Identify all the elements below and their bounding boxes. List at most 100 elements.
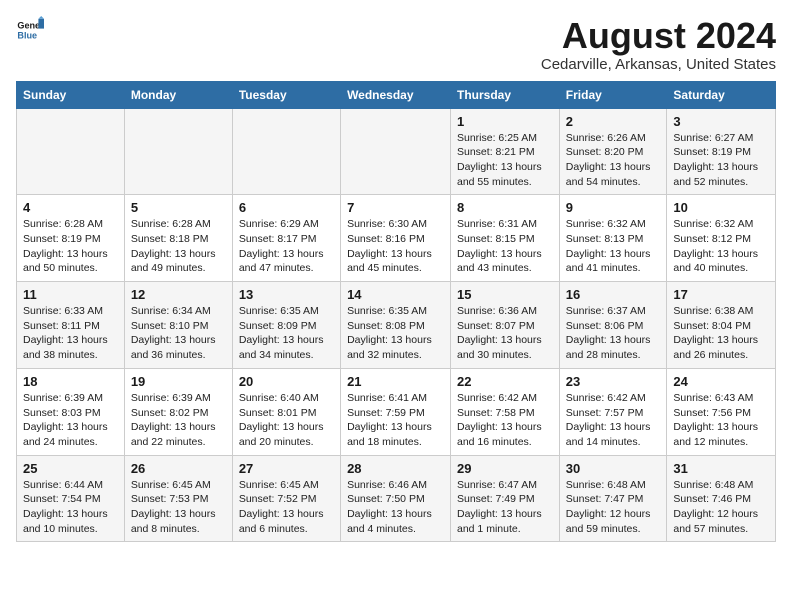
column-header-tuesday: Tuesday: [232, 81, 340, 108]
cell-info: Sunrise: 6:28 AM Sunset: 8:18 PM Dayligh…: [131, 217, 226, 276]
cell-date: 15: [457, 287, 553, 302]
cell-info: Sunrise: 6:44 AM Sunset: 7:54 PM Dayligh…: [23, 478, 118, 537]
cell-date: 20: [239, 374, 334, 389]
calendar-cell: 12 Sunrise: 6:34 AM Sunset: 8:10 PM Dayli…: [124, 282, 232, 369]
calendar-cell: 16Sunrise: 6:37 AM Sunset: 8:06 PM Dayli…: [559, 282, 667, 369]
cell-date: 27: [239, 461, 334, 476]
cell-date: 7: [347, 200, 444, 215]
cell-info: Sunrise: 6:25 AM Sunset: 8:21 PM Dayligh…: [457, 131, 553, 190]
cell-date: 11: [23, 287, 118, 302]
column-header-thursday: Thursday: [451, 81, 560, 108]
page-header: General Blue August 2024 Cedarville, Ark…: [16, 16, 776, 73]
cell-date: 23: [566, 374, 661, 389]
calendar-cell: 3 Sunrise: 6:27 AM Sunset: 8:19 PM Daylig…: [667, 108, 776, 195]
column-header-friday: Friday: [559, 81, 667, 108]
calendar-cell: 27 Sunrise: 6:45 AM Sunset: 7:52 PM Dayli…: [232, 455, 340, 542]
svg-text:Blue: Blue: [17, 30, 37, 40]
cell-info: Sunrise: 6:32 AM Sunset: 8:12 PM Dayligh…: [673, 217, 769, 276]
calendar-cell: 26 Sunrise: 6:45 AM Sunset: 7:53 PM Dayli…: [124, 455, 232, 542]
cell-date: 12: [131, 287, 226, 302]
cell-info: Sunrise: 6:41 AM Sunset: 7:59 PM Dayligh…: [347, 391, 444, 450]
calendar-cell: 29 Sunrise: 6:47 AM Sunset: 7:49 PM Dayli…: [451, 455, 560, 542]
cell-date: 16: [566, 287, 661, 302]
cell-date: 29: [457, 461, 553, 476]
cell-date: 31: [673, 461, 769, 476]
main-title: August 2024: [541, 16, 776, 56]
cell-info: Sunrise: 6:47 AM Sunset: 7:49 PM Dayligh…: [457, 478, 553, 537]
column-header-wednesday: Wednesday: [341, 81, 451, 108]
cell-info: Sunrise: 6:30 AM Sunset: 8:16 PM Dayligh…: [347, 217, 444, 276]
title-area: August 2024 Cedarville, Arkansas, United…: [541, 16, 776, 73]
cell-info: Sunrise: 6:40 AM Sunset: 8:01 PM Dayligh…: [239, 391, 334, 450]
cell-date: 5: [131, 200, 226, 215]
cell-date: 24: [673, 374, 769, 389]
calendar-cell: 10 Sunrise: 6:32 AM Sunset: 8:12 PM Dayli…: [667, 195, 776, 282]
column-header-saturday: Saturday: [667, 81, 776, 108]
cell-date: 21: [347, 374, 444, 389]
calendar-cell: 11 Sunrise: 6:33 AM Sunset: 8:11 PM Dayli…: [17, 282, 125, 369]
cell-info: Sunrise: 6:36 AM Sunset: 8:07 PM Dayligh…: [457, 304, 553, 363]
calendar-cell: 28 Sunrise: 6:46 AM Sunset: 7:50 PM Dayli…: [341, 455, 451, 542]
cell-date: 8: [457, 200, 553, 215]
cell-date: 26: [131, 461, 226, 476]
cell-date: 19: [131, 374, 226, 389]
logo: General Blue: [16, 16, 44, 44]
calendar-cell: 30 Sunrise: 6:48 AM Sunset: 7:47 PM Dayli…: [559, 455, 667, 542]
cell-info: Sunrise: 6:45 AM Sunset: 7:52 PM Dayligh…: [239, 478, 334, 537]
cell-info: Sunrise: 6:31 AM Sunset: 8:15 PM Dayligh…: [457, 217, 553, 276]
cell-info: Sunrise: 6:48 AM Sunset: 7:47 PM Dayligh…: [566, 478, 661, 537]
cell-info: Sunrise: 6:42 AM Sunset: 7:58 PM Dayligh…: [457, 391, 553, 450]
cell-date: 28: [347, 461, 444, 476]
calendar-cell: [124, 108, 232, 195]
calendar-cell: 25 Sunrise: 6:44 AM Sunset: 7:54 PM Dayli…: [17, 455, 125, 542]
calendar-cell: 14 Sunrise: 6:35 AM Sunset: 8:08 PM Dayli…: [341, 282, 451, 369]
cell-info: Sunrise: 6:35 AM Sunset: 8:08 PM Dayligh…: [347, 304, 444, 363]
column-header-monday: Monday: [124, 81, 232, 108]
calendar-cell: 24 Sunrise: 6:43 AM Sunset: 7:56 PM Dayli…: [667, 368, 776, 455]
cell-info: Sunrise: 6:48 AM Sunset: 7:46 PM Dayligh…: [673, 478, 769, 537]
cell-date: 9: [566, 200, 661, 215]
calendar-cell: 31 Sunrise: 6:48 AM Sunset: 7:46 PM Dayli…: [667, 455, 776, 542]
calendar-cell: [341, 108, 451, 195]
cell-info: Sunrise: 6:46 AM Sunset: 7:50 PM Dayligh…: [347, 478, 444, 537]
cell-date: 22: [457, 374, 553, 389]
calendar-cell: 1 Sunrise: 6:25 AM Sunset: 8:21 PM Daylig…: [451, 108, 560, 195]
cell-date: 10: [673, 200, 769, 215]
calendar-cell: 5 Sunrise: 6:28 AM Sunset: 8:18 PM Daylig…: [124, 195, 232, 282]
cell-date: 14: [347, 287, 444, 302]
calendar-cell: 17Sunrise: 6:38 AM Sunset: 8:04 PM Dayli…: [667, 282, 776, 369]
calendar-cell: 7 Sunrise: 6:30 AM Sunset: 8:16 PM Daylig…: [341, 195, 451, 282]
calendar-cell: 8 Sunrise: 6:31 AM Sunset: 8:15 PM Daylig…: [451, 195, 560, 282]
calendar-cell: 22 Sunrise: 6:42 AM Sunset: 7:58 PM Dayli…: [451, 368, 560, 455]
cell-info: Sunrise: 6:27 AM Sunset: 8:19 PM Dayligh…: [673, 131, 769, 190]
calendar-cell: 23Sunrise: 6:42 AM Sunset: 7:57 PM Dayli…: [559, 368, 667, 455]
cell-date: 3: [673, 114, 769, 129]
calendar-cell: [17, 108, 125, 195]
calendar-cell: 21 Sunrise: 6:41 AM Sunset: 7:59 PM Dayli…: [341, 368, 451, 455]
cell-info: Sunrise: 6:28 AM Sunset: 8:19 PM Dayligh…: [23, 217, 118, 276]
cell-date: 25: [23, 461, 118, 476]
cell-info: Sunrise: 6:34 AM Sunset: 8:10 PM Dayligh…: [131, 304, 226, 363]
calendar-cell: 20 Sunrise: 6:40 AM Sunset: 8:01 PM Dayli…: [232, 368, 340, 455]
cell-date: 13: [239, 287, 334, 302]
cell-date: 4: [23, 200, 118, 215]
cell-date: 1: [457, 114, 553, 129]
cell-date: 17: [673, 287, 769, 302]
logo-icon: General Blue: [16, 16, 44, 44]
calendar-table: SundayMondayTuesdayWednesdayThursdayFrid…: [16, 81, 776, 543]
cell-date: 18: [23, 374, 118, 389]
calendar-cell: 6 Sunrise: 6:29 AM Sunset: 8:17 PM Daylig…: [232, 195, 340, 282]
cell-info: Sunrise: 6:43 AM Sunset: 7:56 PM Dayligh…: [673, 391, 769, 450]
column-header-sunday: Sunday: [17, 81, 125, 108]
cell-date: 6: [239, 200, 334, 215]
cell-date: 30: [566, 461, 661, 476]
calendar-cell: [232, 108, 340, 195]
cell-info: Sunrise: 6:39 AM Sunset: 8:03 PM Dayligh…: [23, 391, 118, 450]
cell-info: Sunrise: 6:39 AM Sunset: 8:02 PM Dayligh…: [131, 391, 226, 450]
cell-info: Sunrise: 6:33 AM Sunset: 8:11 PM Dayligh…: [23, 304, 118, 363]
cell-info: Sunrise: 6:26 AM Sunset: 8:20 PM Dayligh…: [566, 131, 661, 190]
cell-info: Sunrise: 6:29 AM Sunset: 8:17 PM Dayligh…: [239, 217, 334, 276]
calendar-cell: 2Sunrise: 6:26 AM Sunset: 8:20 PM Daylig…: [559, 108, 667, 195]
cell-info: Sunrise: 6:45 AM Sunset: 7:53 PM Dayligh…: [131, 478, 226, 537]
calendar-cell: 13Sunrise: 6:35 AM Sunset: 8:09 PM Dayli…: [232, 282, 340, 369]
